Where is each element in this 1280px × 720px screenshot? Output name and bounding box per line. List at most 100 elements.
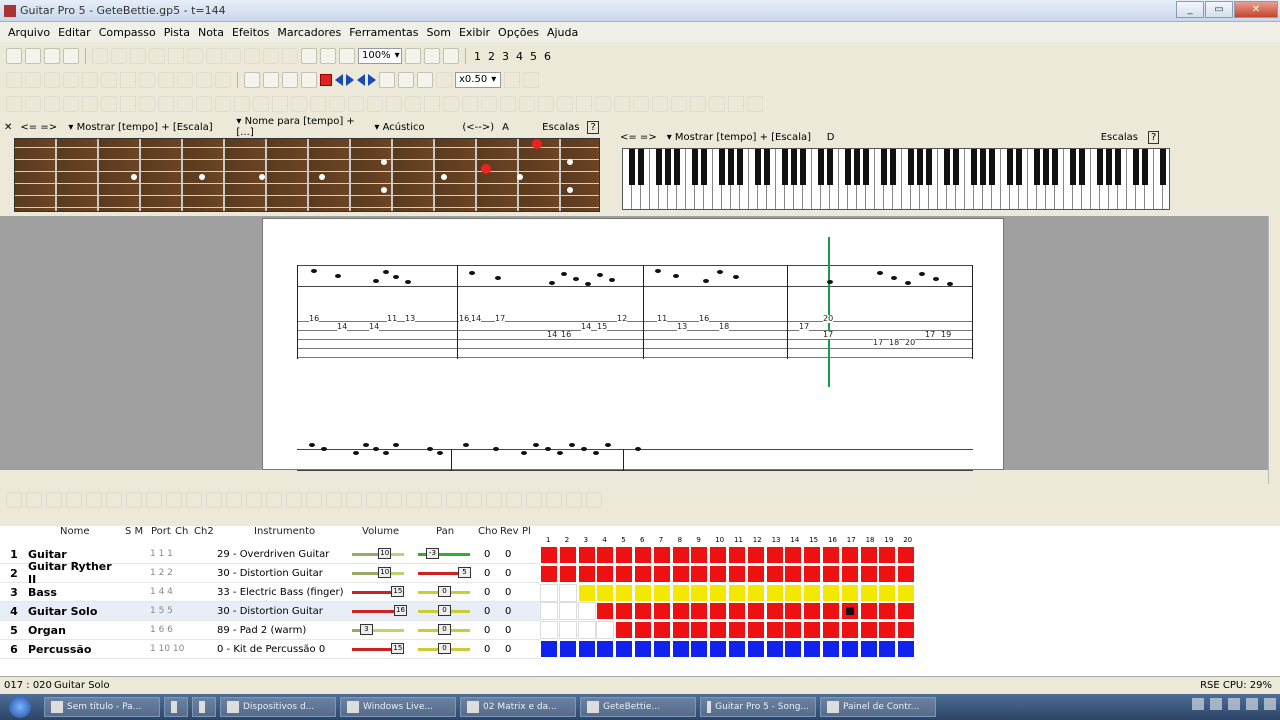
tray-icon[interactable] — [1210, 698, 1222, 710]
black-key[interactable] — [989, 149, 995, 185]
note-head[interactable] — [545, 447, 551, 451]
track-tool-icon[interactable] — [306, 492, 322, 508]
measure-cell[interactable] — [558, 640, 577, 658]
measure-cell[interactable] — [803, 583, 822, 602]
tray-icon[interactable] — [1228, 698, 1240, 710]
tab-fret-number[interactable]: 16 — [459, 315, 470, 323]
pan-slider[interactable]: 5 — [418, 567, 471, 578]
measure-cell[interactable] — [615, 564, 634, 583]
measure-cell[interactable] — [765, 583, 784, 602]
black-key[interactable] — [755, 149, 761, 185]
black-key[interactable] — [926, 149, 932, 185]
measure-cell[interactable] — [690, 640, 709, 658]
score-icon[interactable] — [424, 48, 440, 64]
effect-icon[interactable] — [310, 96, 326, 112]
menu-exibir[interactable]: Exibir — [455, 26, 494, 39]
note-head[interactable] — [363, 443, 369, 447]
note-head[interactable] — [561, 272, 567, 276]
measure-cell[interactable] — [652, 602, 671, 621]
measure-cell[interactable] — [859, 602, 878, 621]
note-head[interactable] — [573, 277, 579, 281]
track-tool-icon[interactable] — [506, 492, 522, 508]
note-head[interactable] — [383, 270, 389, 274]
chord-icon[interactable] — [523, 72, 539, 88]
effect-icon[interactable] — [348, 96, 364, 112]
effect-icon[interactable] — [139, 96, 155, 112]
black-key[interactable] — [728, 149, 734, 185]
mixer-icon[interactable] — [417, 72, 433, 88]
measure-cell[interactable] — [822, 602, 840, 621]
black-key[interactable] — [1052, 149, 1058, 185]
volume-slider[interactable]: 3 — [352, 624, 404, 635]
measure-cell[interactable] — [709, 564, 728, 583]
chorus-value[interactable]: 0 — [484, 625, 490, 636]
track-6-button[interactable]: 6 — [542, 50, 553, 63]
effect-icon[interactable] — [234, 96, 250, 112]
track-tool-icon[interactable] — [166, 492, 182, 508]
effect-icon[interactable] — [690, 96, 706, 112]
effect-icon[interactable] — [44, 96, 60, 112]
minimize-button[interactable]: _ — [1176, 1, 1204, 18]
reverb-value[interactable]: 0 — [505, 568, 511, 579]
taskbar-item[interactable]: Painel de Contr... — [820, 697, 936, 717]
track-tool-icon[interactable] — [286, 492, 302, 508]
measure-cell[interactable] — [690, 546, 709, 564]
black-key[interactable] — [944, 149, 950, 185]
reverb-value[interactable]: 0 — [505, 549, 511, 560]
track-row[interactable]: 2 Guitar Ryther II 1 2 2 30 - Distortion… — [0, 560, 540, 586]
effect-icon[interactable] — [329, 96, 345, 112]
measure-cell[interactable] — [803, 640, 822, 658]
measure-cell[interactable] — [822, 564, 840, 583]
note-head[interactable] — [463, 443, 469, 447]
menu-nota[interactable]: Nota — [194, 26, 228, 39]
measure-cell[interactable] — [690, 621, 709, 640]
menu-opcoes[interactable]: Opções — [494, 26, 543, 39]
measure-cell[interactable] — [746, 640, 765, 658]
note-head[interactable] — [585, 282, 591, 286]
measure-cell[interactable] — [784, 564, 803, 583]
note-head[interactable] — [309, 443, 315, 447]
measure-cell[interactable] — [840, 564, 859, 583]
black-key[interactable] — [1079, 149, 1085, 185]
effect-icon[interactable] — [481, 96, 497, 112]
black-key[interactable] — [1007, 149, 1013, 185]
tab-fret-number[interactable]: 11 — [387, 315, 398, 323]
track-row[interactable]: 6 Percussão 1 10 10 0 - Kit de Percussão… — [0, 640, 540, 659]
last-bar-icon[interactable] — [346, 74, 354, 86]
note-head[interactable] — [703, 279, 709, 283]
measure-cell[interactable] — [765, 564, 784, 583]
measure-cell[interactable] — [784, 621, 803, 640]
measure-cell[interactable] — [784, 602, 803, 621]
play-icon[interactable] — [301, 72, 317, 88]
measure-cell[interactable] — [540, 602, 558, 621]
chorus-value[interactable]: 0 — [484, 568, 490, 579]
measure-cell[interactable] — [596, 640, 615, 658]
black-key[interactable] — [971, 149, 977, 185]
measure-cell[interactable] — [558, 621, 577, 640]
track-tool-icon[interactable] — [426, 492, 442, 508]
tab-fret-number[interactable]: 20 — [905, 339, 916, 347]
measure-cell[interactable] — [784, 546, 803, 564]
track-tool-icon[interactable] — [446, 492, 462, 508]
copy-icon[interactable] — [111, 48, 127, 64]
tablature-icon[interactable] — [443, 48, 459, 64]
black-key[interactable] — [1115, 149, 1121, 185]
measure-cell[interactable] — [652, 621, 671, 640]
tray-icon[interactable] — [1192, 698, 1204, 710]
measure-cell[interactable] — [652, 640, 671, 658]
measure-cell[interactable] — [728, 640, 746, 658]
measure-cell[interactable] — [822, 546, 840, 564]
maximize-button[interactable]: ▭ — [1205, 1, 1233, 18]
note-head[interactable] — [493, 447, 499, 451]
track-tool-icon[interactable] — [86, 492, 102, 508]
measure-cell[interactable] — [652, 546, 671, 564]
taskbar-item[interactable]: Windows Live... — [340, 697, 456, 717]
cut-icon[interactable] — [92, 48, 108, 64]
tab-fret-number[interactable]: 18 — [889, 339, 900, 347]
tab-fret-number[interactable]: 14 — [337, 323, 348, 331]
track-tool-icon[interactable] — [466, 492, 482, 508]
track-tool-icon[interactable] — [526, 492, 542, 508]
track-tool-icon[interactable] — [366, 492, 382, 508]
track-2-button[interactable]: 2 — [486, 50, 497, 63]
effect-icon[interactable] — [538, 96, 554, 112]
